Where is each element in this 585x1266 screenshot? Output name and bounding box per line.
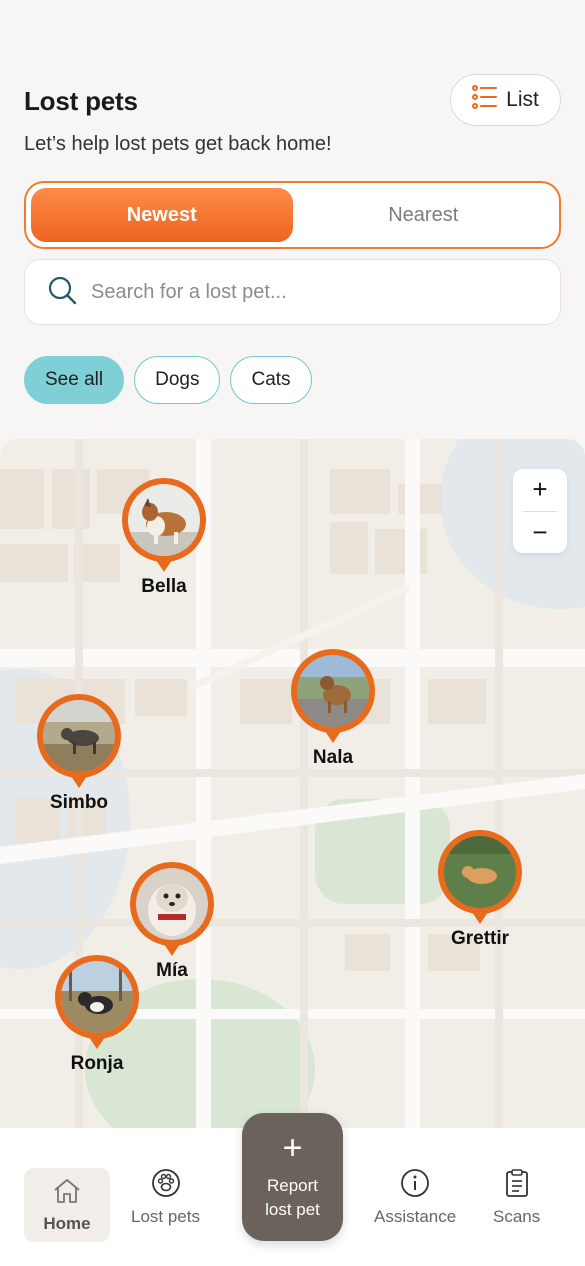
list-icon bbox=[472, 85, 498, 115]
info-icon bbox=[400, 1168, 430, 1203]
shih-tzu-dog-photo bbox=[136, 868, 208, 940]
search-icon bbox=[47, 275, 77, 310]
tab-newest[interactable]: Newest bbox=[31, 188, 293, 242]
zoom-controls: + − bbox=[513, 469, 567, 553]
pin-marker bbox=[130, 862, 214, 946]
nav-home-label: Home bbox=[43, 1213, 91, 1233]
nav-lost-pets[interactable]: Lost pets bbox=[131, 1168, 200, 1227]
page-title: Lost pets bbox=[24, 86, 138, 116]
chip-dogs[interactable]: Dogs bbox=[134, 356, 221, 404]
map-pin-bella[interactable]: Bella bbox=[122, 478, 206, 597]
pin-label: Mía bbox=[156, 960, 188, 981]
nav-home[interactable]: Home bbox=[24, 1168, 110, 1242]
home-icon bbox=[52, 1177, 82, 1210]
tabby-cat-photo bbox=[43, 700, 115, 772]
report-label-line1: Report bbox=[266, 1176, 319, 1195]
pin-marker bbox=[122, 478, 206, 562]
ginger-cat-photo bbox=[444, 836, 516, 908]
map-view[interactable]: + − Bella Nala Simbo Grettir Mía Ronja bbox=[0, 439, 585, 1139]
search-input[interactable] bbox=[91, 280, 511, 304]
pin-label: Nala bbox=[312, 747, 354, 768]
sort-segmented-control: Newest Nearest bbox=[24, 181, 561, 249]
list-view-button[interactable]: List bbox=[450, 74, 561, 126]
map-pin-nala[interactable]: Nala bbox=[291, 649, 375, 768]
nav-scans[interactable]: Scans bbox=[493, 1168, 540, 1227]
pin-marker bbox=[438, 830, 522, 914]
pin-marker bbox=[291, 649, 375, 733]
map-pin-simbo[interactable]: Simbo bbox=[37, 694, 121, 813]
nav-lost-pets-label: Lost pets bbox=[131, 1207, 200, 1226]
chip-see-all[interactable]: See all bbox=[24, 356, 125, 404]
paw-icon bbox=[151, 1168, 181, 1203]
map-pin-ronja[interactable]: Ronja bbox=[55, 955, 139, 1074]
search-bar bbox=[24, 259, 561, 325]
page-subtitle: Let’s help lost pets get back home! bbox=[24, 133, 332, 155]
nav-scans-label: Scans bbox=[493, 1207, 541, 1226]
pin-label: Grettir bbox=[450, 928, 510, 949]
collie-dog-photo bbox=[128, 484, 200, 556]
brown-dog-photo bbox=[297, 655, 369, 727]
report-label-line2: lost pet bbox=[265, 1200, 320, 1219]
bulldog-photo bbox=[61, 961, 133, 1033]
pin-label: Ronja bbox=[70, 1053, 124, 1074]
pin-marker bbox=[55, 955, 139, 1039]
filter-chips: See all Dogs Cats bbox=[24, 356, 312, 404]
tab-nearest[interactable]: Nearest bbox=[293, 188, 555, 242]
nav-assistance-label: Assistance bbox=[374, 1207, 457, 1226]
map-pin-mia[interactable]: Mía bbox=[130, 862, 214, 981]
zoom-out-button[interactable]: − bbox=[513, 511, 567, 553]
clipboard-icon bbox=[503, 1168, 531, 1203]
pin-label: Simbo bbox=[49, 792, 109, 813]
list-button-label: List bbox=[506, 88, 539, 111]
nav-assistance[interactable]: Assistance bbox=[374, 1168, 456, 1227]
pin-marker bbox=[37, 694, 121, 778]
plus-icon: + bbox=[282, 1129, 303, 1167]
zoom-in-button[interactable]: + bbox=[513, 469, 567, 511]
map-pin-grettir[interactable]: Grettir bbox=[438, 830, 522, 949]
report-lost-pet-button[interactable]: + Report lost pet bbox=[242, 1113, 343, 1241]
chip-cats[interactable]: Cats bbox=[230, 356, 312, 404]
pin-label: Bella bbox=[141, 576, 187, 597]
